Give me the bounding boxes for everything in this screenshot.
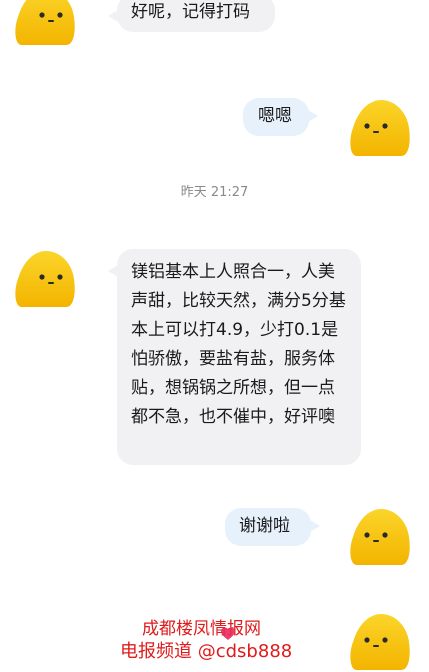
watermark-channel-label: 电报频道 [120,641,198,662]
yellow-blob-avatar-icon [15,251,75,307]
yellow-blob-avatar-icon [15,0,75,45]
message-timestamp: 昨天 21:27 [180,185,249,200]
self-avatar[interactable] [347,507,413,567]
contact-avatar[interactable] [12,0,78,47]
message-text: 嗯嗯 [258,106,292,126]
message-text: 好呢，记得打码 [131,2,250,22]
message-bubble-sent[interactable]: 谢谢啦 [225,508,320,546]
watermark-title: 成都楼凤情报网 [142,619,261,639]
message-bubble-received[interactable]: 好呢，记得打码 [108,0,275,32]
message-text: 镁铝基本上人照合一，人美声甜，比较天然，满分5分基本上可以打4.9，少打0.1是… [131,262,346,427]
yellow-blob-avatar-icon [350,509,410,565]
self-avatar[interactable] [347,612,413,672]
message-bubble-sent[interactable]: 嗯嗯 [243,98,318,136]
watermark-channel: 电报频道 @cdsb888 [120,640,292,664]
yellow-blob-avatar-icon [350,100,410,156]
message-text: 谢谢啦 [239,516,290,536]
contact-avatar[interactable] [12,249,78,309]
message-bubble-received[interactable]: 镁铝基本上人照合一，人美声甜，比较天然，满分5分基本上可以打4.9，少打0.1是… [108,249,361,465]
yellow-blob-avatar-icon [350,614,410,670]
watermark: 成都楼凤情报网 电报频道 @cdsb888 [108,616,318,667]
self-avatar[interactable] [347,98,413,158]
watermark-handle: @cdsb888 [197,641,293,662]
